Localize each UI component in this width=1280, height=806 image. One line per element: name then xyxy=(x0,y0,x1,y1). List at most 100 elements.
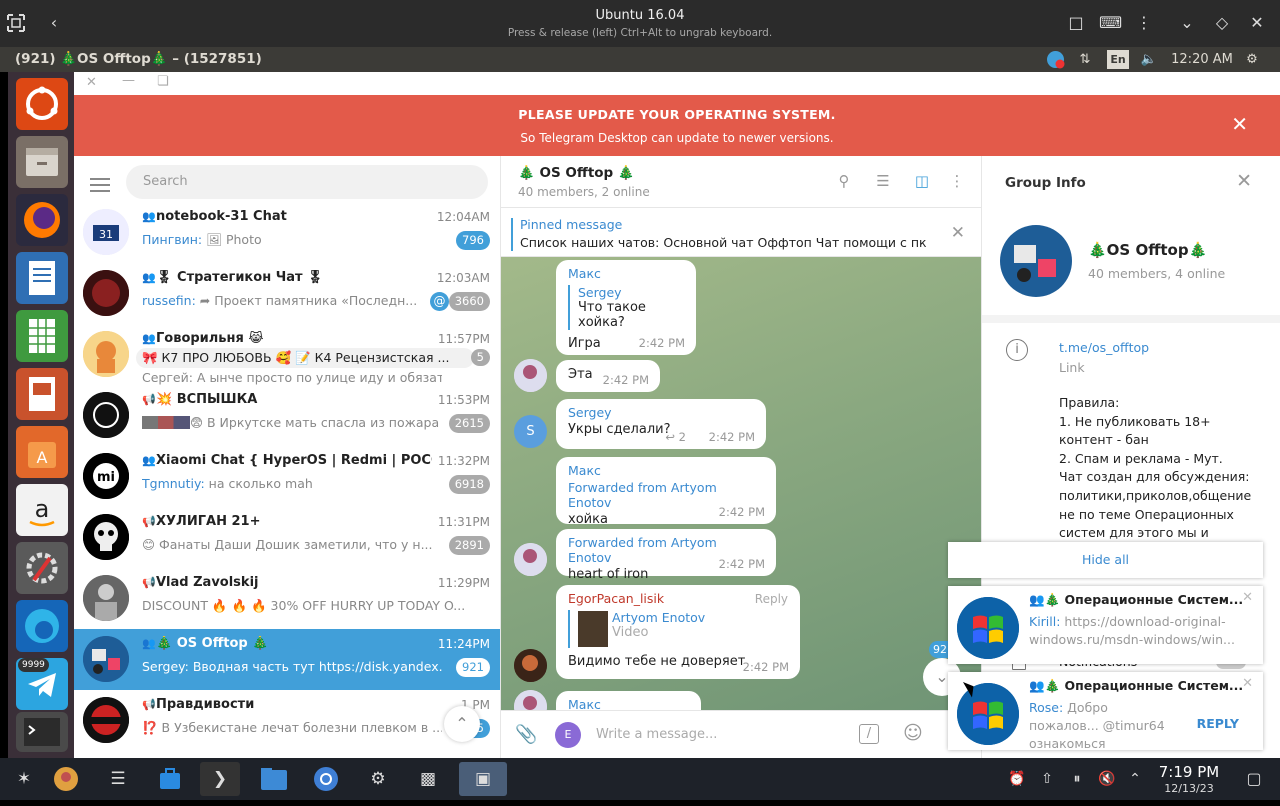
scroll-up-icon[interactable]: ⌃ xyxy=(444,706,480,742)
chat-item[interactable]: 👥Говорильня 😹 11:57PM 🎀 К7 ПРО ЛЮБОВЬ 🥰 … xyxy=(74,324,500,385)
pinned-message[interactable]: Pinned message Список наших чатов: Основ… xyxy=(501,209,981,257)
taskbar-date[interactable]: 12/13/23 xyxy=(1150,782,1228,795)
impress-icon[interactable] xyxy=(16,368,68,420)
reply-quote[interactable]: Sergey Что такое хойка? xyxy=(568,285,684,330)
software-center-icon[interactable]: A xyxy=(16,426,68,478)
keyboard-icon[interactable]: ⌨ xyxy=(1099,12,1122,34)
update-icon[interactable]: ⇧ xyxy=(1033,762,1061,796)
window-minimize-icon[interactable]: — xyxy=(122,73,135,88)
user-avatar[interactable] xyxy=(514,690,547,710)
amazon-icon[interactable]: a xyxy=(16,484,68,536)
pinned-close-icon[interactable]: ✕ xyxy=(951,223,965,243)
usb-icon[interactable]: ⚙ xyxy=(358,762,398,796)
ubuntu-dash-icon[interactable] xyxy=(16,78,68,130)
media-pause-icon[interactable]: ⏸ xyxy=(1063,762,1091,796)
terminal-icon[interactable] xyxy=(16,712,68,752)
vm-viewer-icon[interactable]: ▣ xyxy=(459,762,507,796)
chat-avatar xyxy=(83,575,129,621)
notification-close-icon[interactable]: ✕ xyxy=(1242,676,1253,691)
user-avatar[interactable] xyxy=(514,649,547,682)
commands-icon[interactable]: / xyxy=(859,724,879,744)
message-bubble[interactable]: Макс Sergey Что такое хойка? Игра 2:42 PM xyxy=(556,260,696,355)
reply-link[interactable]: Reply xyxy=(755,592,788,606)
notification-reply-button[interactable]: REPLY xyxy=(1197,716,1239,731)
reply-quote[interactable]: Artyom Enotov Video xyxy=(568,610,788,648)
update-banner[interactable]: PLEASE UPDATE YOUR OPERATING SYSTEM. So … xyxy=(74,95,1280,156)
alarm-icon[interactable]: ⏰ xyxy=(1003,762,1031,796)
chat-item[interactable]: 📢Vlad Zavolskij 11:29PM DISCOUNT 🔥 🔥 🔥 3… xyxy=(74,568,500,629)
fit-screen-icon[interactable]: □ xyxy=(1065,12,1087,34)
chromium-icon[interactable] xyxy=(306,762,346,796)
network-icon[interactable]: ⇅ xyxy=(1075,50,1095,69)
message-bubble[interactable]: Forwarded from Artyom Enotov heart of ir… xyxy=(556,529,776,582)
banner-close-icon[interactable]: ✕ xyxy=(1231,112,1248,136)
more-vertical-icon[interactable]: ⋮ xyxy=(947,172,967,192)
chat-item[interactable]: 📢💥 ВСПЫШКА 11:53PM 😨 В Иркутске мать спа… xyxy=(74,385,500,446)
message-input[interactable]: Write a message... xyxy=(596,727,717,742)
telegram-tray-icon[interactable] xyxy=(1045,50,1065,69)
notification-popup[interactable]: 👥🎄 Операционные Систем... Kirill: https:… xyxy=(948,586,1263,664)
archive-icon[interactable]: ▩ xyxy=(408,762,448,796)
discussion-icon[interactable]: ☰ xyxy=(873,172,893,192)
attach-icon[interactable]: 📎 xyxy=(515,724,537,745)
taskbar-clock[interactable]: 7:19 PM xyxy=(1150,763,1228,781)
message-composer[interactable]: 📎 E Write a message... / ☺ xyxy=(501,710,981,758)
search-input[interactable]: Search xyxy=(126,165,488,199)
close-icon[interactable]: ✕ xyxy=(1236,170,1252,192)
terminal-task-icon[interactable]: ❯ xyxy=(200,762,240,796)
panel-clock[interactable]: 12:20 AM xyxy=(1168,50,1236,69)
user-avatar[interactable] xyxy=(514,359,547,392)
send-as-avatar[interactable]: E xyxy=(555,722,581,748)
chat-header[interactable]: 🎄 OS Offtop 🎄 40 members, 2 online ⚲ ☰ ◫… xyxy=(501,156,981,208)
volume-icon[interactable]: 🔈 xyxy=(1138,50,1160,69)
user-avatar-icon[interactable] xyxy=(46,762,86,796)
tray-expand-icon[interactable]: ⌃ xyxy=(1123,762,1147,796)
firefox-icon[interactable] xyxy=(16,194,68,246)
more-vertical-icon[interactable]: ⋮ xyxy=(1133,12,1155,34)
message-bubble[interactable]: Макс xyxy=(556,691,701,710)
window-close-icon[interactable]: ✕ xyxy=(86,75,97,90)
chevron-down-icon[interactable]: ⌄ xyxy=(1176,12,1198,34)
reply-count[interactable]: ↩ 2 xyxy=(665,430,686,444)
topic-strip[interactable]: 🎀 К7 ПРО ЛЮБОВЬ 🥰 📝 К4 Рецензистская ... xyxy=(136,348,474,368)
store-icon[interactable] xyxy=(150,762,190,796)
calc-icon[interactable] xyxy=(16,310,68,362)
chat-item[interactable]: 📢Правдивости 1 PM ⁉️ В Узбекистане лечат… xyxy=(74,690,500,751)
user-avatar[interactable]: S xyxy=(514,415,547,448)
user-avatar[interactable] xyxy=(514,543,547,576)
notification-close-icon[interactable]: ✕ xyxy=(1242,590,1253,605)
emoji-icon[interactable]: ☺ xyxy=(903,722,923,744)
message-bubble[interactable]: Макс Forwarded from Artyom Enotov хойка … xyxy=(556,457,776,527)
close-icon[interactable]: ✕ xyxy=(1246,12,1268,34)
message-bubble[interactable]: EgorPacan_lisik Reply Artyom Enotov Video… xyxy=(556,585,800,679)
file-manager-icon[interactable] xyxy=(254,762,294,796)
settings-gear-icon[interactable]: ⚙ xyxy=(1242,50,1262,69)
keyboard-layout[interactable]: En xyxy=(1107,50,1129,69)
chat-item-active[interactable]: 👥🎄 OS Offtop 🎄 11:24PM Sergey: Вводная ч… xyxy=(74,629,500,690)
volume-muted-icon[interactable]: 🔇 xyxy=(1093,762,1121,796)
chat-item[interactable]: 👥🎖 Стратегикон Чат 🎖 12:03AM russefin: ➦… xyxy=(74,263,500,324)
chat-item[interactable]: 📢ХУЛИГАН 21+ 11:31PM 😊 Фанаты Даши Дошик… xyxy=(74,507,500,568)
message-bubble[interactable]: Эта 2:42 PM xyxy=(556,360,660,392)
sidebar-toggle-icon[interactable]: ◫ xyxy=(912,172,932,192)
hamburger-menu-icon[interactable] xyxy=(90,178,110,192)
diamond-icon[interactable]: ◇ xyxy=(1211,12,1233,34)
chat-item[interactable]: 31 👥notebook-31 Chat 12:04AM Пингвин: 🖼 … xyxy=(74,202,500,263)
message-bubble[interactable]: Sergey Укры сделали? ↩ 2 2:42 PM xyxy=(556,399,766,449)
show-desktop-icon[interactable]: ▢ xyxy=(1240,762,1268,796)
group-avatar[interactable] xyxy=(1000,225,1072,297)
notification-popup[interactable]: 👥🎄 Операционные Систем... Rose: Добро по… xyxy=(948,672,1263,751)
mixer-icon[interactable]: ☰ xyxy=(98,762,138,796)
window-restore-icon[interactable]: ❏ xyxy=(157,74,169,89)
pinned-title: Pinned message xyxy=(520,217,623,232)
search-icon[interactable]: ⚲ xyxy=(834,172,854,192)
group-link[interactable]: t.me/os_offtop xyxy=(1059,340,1149,355)
telegram-launcher-icon[interactable]: 9999 xyxy=(16,658,68,710)
chat-item[interactable]: mi 👥Xiaomi Chat { HyperOS | Redmi | POCO… xyxy=(74,446,500,507)
edge-browser-icon[interactable] xyxy=(16,600,68,652)
files-icon[interactable] xyxy=(16,136,68,188)
hide-all-notifications-button[interactable]: Hide all xyxy=(948,542,1263,578)
writer-icon[interactable] xyxy=(16,252,68,304)
system-settings-icon[interactable] xyxy=(16,542,68,594)
app-launcher-icon[interactable]: ✶ xyxy=(4,762,44,796)
